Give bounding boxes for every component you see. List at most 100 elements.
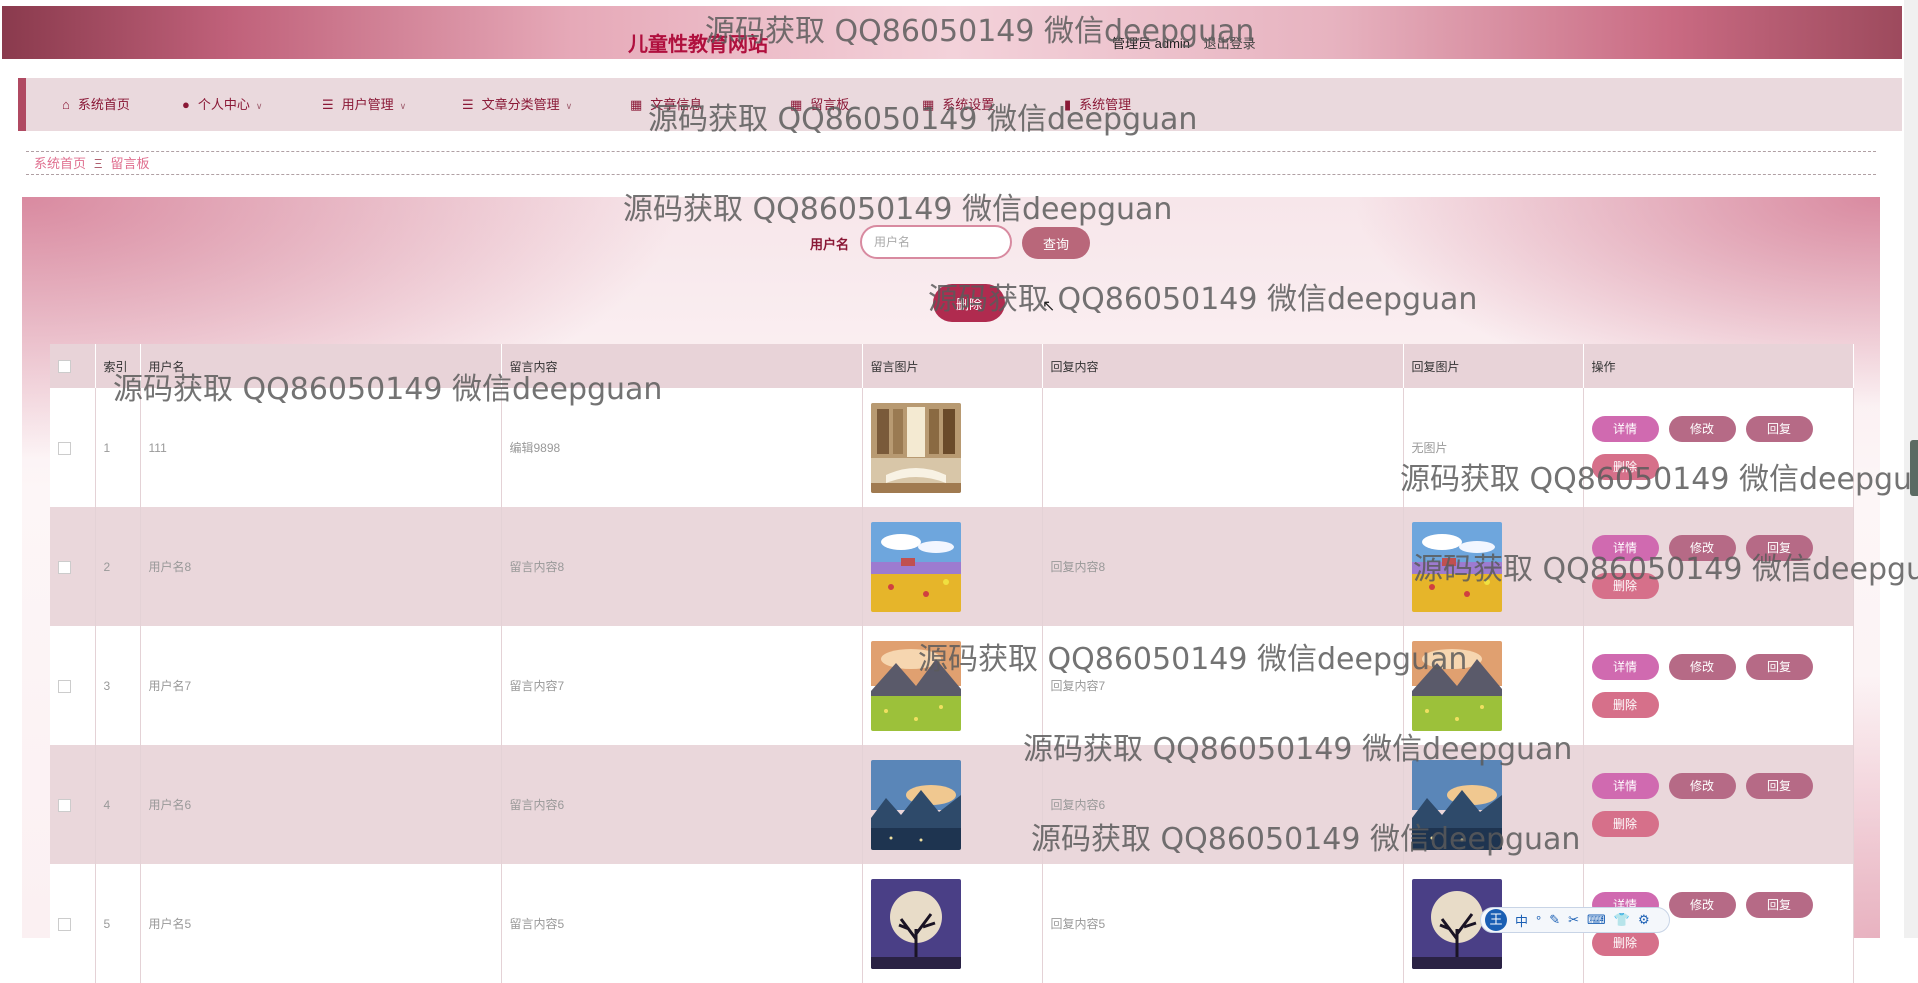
- row-message-content: 编辑9898: [509, 441, 561, 455]
- delete-button[interactable]: 删除: [1591, 929, 1659, 956]
- mouse-cursor-icon: ↖: [1042, 298, 1056, 315]
- row-select-cell[interactable]: [50, 388, 96, 507]
- ime-punctuation-icon[interactable]: °: [1536, 913, 1541, 928]
- batch-delete-button[interactable]: 删除: [933, 284, 1005, 322]
- ime-scissors-icon[interactable]: ✂: [1568, 912, 1579, 928]
- row-message-content: 留言内容7: [509, 679, 565, 693]
- row-select-cell[interactable]: [50, 626, 96, 745]
- edit-button[interactable]: 修改: [1668, 772, 1736, 799]
- message-image: [870, 640, 961, 731]
- reply-image: [1411, 521, 1502, 612]
- message-image: [870, 878, 961, 969]
- row-reply-content: 回复内容6: [1050, 798, 1106, 812]
- reply-content-cell: 回复内容7: [1042, 626, 1404, 745]
- username-cell: 用户名8: [140, 507, 502, 626]
- message-image-cell: [862, 626, 1043, 745]
- content-cell: 留言内容7: [501, 626, 863, 745]
- message-image: [870, 521, 961, 612]
- row-checkbox[interactable]: [58, 917, 71, 931]
- row-message-content: 留言内容5: [509, 917, 565, 931]
- row-select-cell[interactable]: [50, 745, 96, 864]
- nav-item-settings[interactable]: ▦ 系统设置: [922, 78, 994, 131]
- ime-toolbar[interactable]: 王 中 ° ✎ ✂ ⌨ 👕 ⚙: [1480, 907, 1670, 933]
- actions-cell: 详情 修改 回复删除: [1583, 507, 1854, 626]
- reply-content-cell: 回复内容8: [1042, 507, 1404, 626]
- grid-icon: ▦: [922, 97, 935, 112]
- breadcrumb-home[interactable]: 系统首页: [34, 156, 86, 171]
- query-button[interactable]: 查询: [1022, 227, 1090, 259]
- logout-link[interactable]: 退出登录: [1204, 36, 1256, 51]
- nav-item-system[interactable]: ▮ 系统管理: [1064, 78, 1131, 131]
- reply-button[interactable]: 回复: [1745, 891, 1813, 918]
- ime-skin-icon[interactable]: 👕: [1614, 912, 1630, 928]
- row-select-cell[interactable]: [50, 507, 96, 626]
- detail-button[interactable]: 详情: [1591, 534, 1659, 561]
- ime-keyboard-icon[interactable]: ⌨: [1587, 912, 1606, 928]
- nav-item-home[interactable]: ⌂ 系统首页: [62, 78, 130, 131]
- grid-icon: ▦: [630, 97, 643, 112]
- index-cell: 3: [95, 626, 141, 745]
- reply-image: [1411, 759, 1502, 850]
- ime-handwriting-icon[interactable]: ✎: [1549, 912, 1560, 928]
- ime-logo-icon[interactable]: 王: [1485, 909, 1507, 931]
- nav-item-profile[interactable]: ● 个人中心 ∨: [182, 78, 262, 131]
- row-reply-content: 回复内容7: [1050, 679, 1106, 693]
- breadcrumb-separator: Ξ: [94, 156, 103, 171]
- delete-button[interactable]: 删除: [1591, 572, 1659, 599]
- delete-button[interactable]: 删除: [1591, 691, 1659, 718]
- breadcrumb: 系统首页 Ξ 留言板: [26, 151, 1876, 175]
- side-panel-tab[interactable]: [1910, 440, 1918, 496]
- row-checkbox[interactable]: [58, 798, 71, 812]
- reply-image-cell: [1403, 626, 1584, 745]
- nav-item-article-category[interactable]: ☰ 文章分类管理 ∨: [462, 78, 572, 131]
- username-search-input[interactable]: [860, 225, 1012, 259]
- row-checkbox[interactable]: [58, 679, 71, 693]
- reply-button[interactable]: 回复: [1745, 653, 1813, 680]
- detail-button[interactable]: 详情: [1591, 772, 1659, 799]
- content-cell: 编辑9898: [501, 388, 863, 507]
- home-icon: ⌂: [62, 97, 70, 112]
- content-cell: 留言内容8: [501, 507, 863, 626]
- detail-button[interactable]: 详情: [1591, 415, 1659, 442]
- table-row: 3 用户名7 留言内容7 回复内容7 详情 修改 回复删除: [50, 626, 1854, 745]
- row-reply-content: 回复内容5: [1050, 917, 1106, 931]
- username-cell: 111: [140, 388, 502, 507]
- nav-item-users[interactable]: ☰ 用户管理 ∨: [322, 78, 406, 131]
- row-checkbox[interactable]: [58, 441, 71, 455]
- message-image-cell: [862, 388, 1043, 507]
- reply-image-cell: [1403, 745, 1584, 864]
- reply-button[interactable]: 回复: [1745, 534, 1813, 561]
- actions-cell: 详情 修改 回复删除: [1583, 745, 1854, 864]
- reply-content-cell: 回复内容6: [1042, 745, 1404, 864]
- edit-button[interactable]: 修改: [1668, 534, 1736, 561]
- ime-settings-icon[interactable]: ⚙: [1638, 912, 1650, 928]
- reply-button[interactable]: 回复: [1745, 772, 1813, 799]
- message-image: [870, 759, 961, 850]
- chevron-down-icon: ∨: [565, 101, 573, 111]
- nav-item-messages[interactable]: ▦ 留言板: [790, 78, 849, 131]
- index-cell: 4: [95, 745, 141, 864]
- message-image-cell: [862, 507, 1043, 626]
- select-all-checkbox[interactable]: [58, 360, 71, 374]
- message-image-cell: [862, 745, 1043, 864]
- edit-button[interactable]: 修改: [1668, 415, 1736, 442]
- delete-button[interactable]: 删除: [1591, 810, 1659, 837]
- row-select-cell[interactable]: [50, 864, 96, 983]
- row-index: 4: [103, 797, 111, 812]
- username-cell: 用户名6: [140, 745, 502, 864]
- edit-button[interactable]: 修改: [1668, 891, 1736, 918]
- select-all-cell[interactable]: [50, 344, 96, 388]
- table-header-row: 索引 用户名 留言内容 留言图片 回复内容 回复图片 操作: [50, 344, 1854, 388]
- delete-button[interactable]: 删除: [1591, 453, 1659, 480]
- ime-chinese-mode-icon[interactable]: 中: [1515, 911, 1528, 930]
- row-username: 用户名6: [148, 798, 192, 812]
- site-title: 儿童性教育网站: [628, 34, 768, 56]
- reply-button[interactable]: 回复: [1745, 415, 1813, 442]
- row-checkbox[interactable]: [58, 560, 71, 574]
- index-cell: 1: [95, 388, 141, 507]
- nav-item-articles[interactable]: ▦ 文章信息: [630, 78, 702, 131]
- detail-button[interactable]: 详情: [1591, 653, 1659, 680]
- edit-button[interactable]: 修改: [1668, 653, 1736, 680]
- column-header: 留言内容: [501, 344, 863, 388]
- username-cell: 用户名5: [140, 864, 502, 983]
